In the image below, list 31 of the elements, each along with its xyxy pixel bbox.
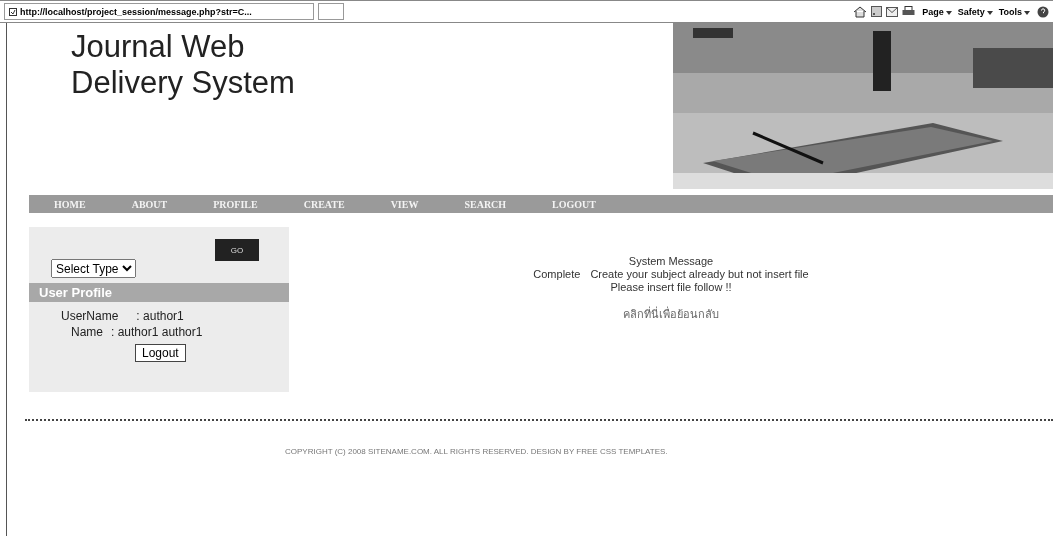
address-text: http://localhost/project_session/message.php?str=C...: [20, 6, 252, 17]
message-text: Create your subject already but not insert file: [590, 268, 809, 281]
toolbar-menu[interactable]: Page: [919, 6, 955, 17]
copyright-text: COPYRIGHT (C) 2008 SITENAME.COM. ALL RIGHTS RESERVED. DESIGN BY FREE CSS TEMPLATES.: [285, 447, 669, 456]
field-label: Name: [71, 324, 103, 340]
site-title: Journal Web: [71, 29, 246, 65]
feed-icon[interactable]: [871, 6, 883, 17]
site-title: Delivery System: [71, 65, 295, 101]
help-icon[interactable]: [1037, 5, 1049, 18]
caret-icon: [945, 10, 952, 15]
logout-button[interactable]: Logout: [135, 344, 186, 362]
caret-icon: [986, 10, 993, 15]
printer-icon[interactable]: [902, 6, 916, 17]
field-value: : author1: [136, 308, 184, 324]
page-icon: [9, 7, 17, 16]
field-label: UserName: [61, 308, 119, 324]
go-button[interactable]: GO: [215, 239, 259, 261]
address-field[interactable]: http://localhost/project_session/message.php?str=C...: [4, 3, 314, 20]
toolbar-menu[interactable]: Safety: [954, 6, 996, 17]
mail-icon[interactable]: [886, 6, 899, 17]
toolbar-menu[interactable]: Tools: [995, 6, 1033, 17]
field-value: : author1 author1: [111, 324, 203, 340]
search-field[interactable]: [318, 3, 344, 20]
profile-heading: User Profile: [29, 283, 289, 302]
home-icon[interactable]: [853, 5, 868, 18]
status-label: Complete: [533, 268, 581, 281]
back-link[interactable]: คลิกที่นี่เพื่อย้อนกลับ: [623, 308, 719, 321]
message-text: Please insert file follow !!: [609, 281, 733, 294]
type-dropdown[interactable]: Select Type: [51, 259, 136, 278]
caret-icon: [1024, 10, 1030, 15]
message-heading: System Message: [627, 255, 715, 268]
